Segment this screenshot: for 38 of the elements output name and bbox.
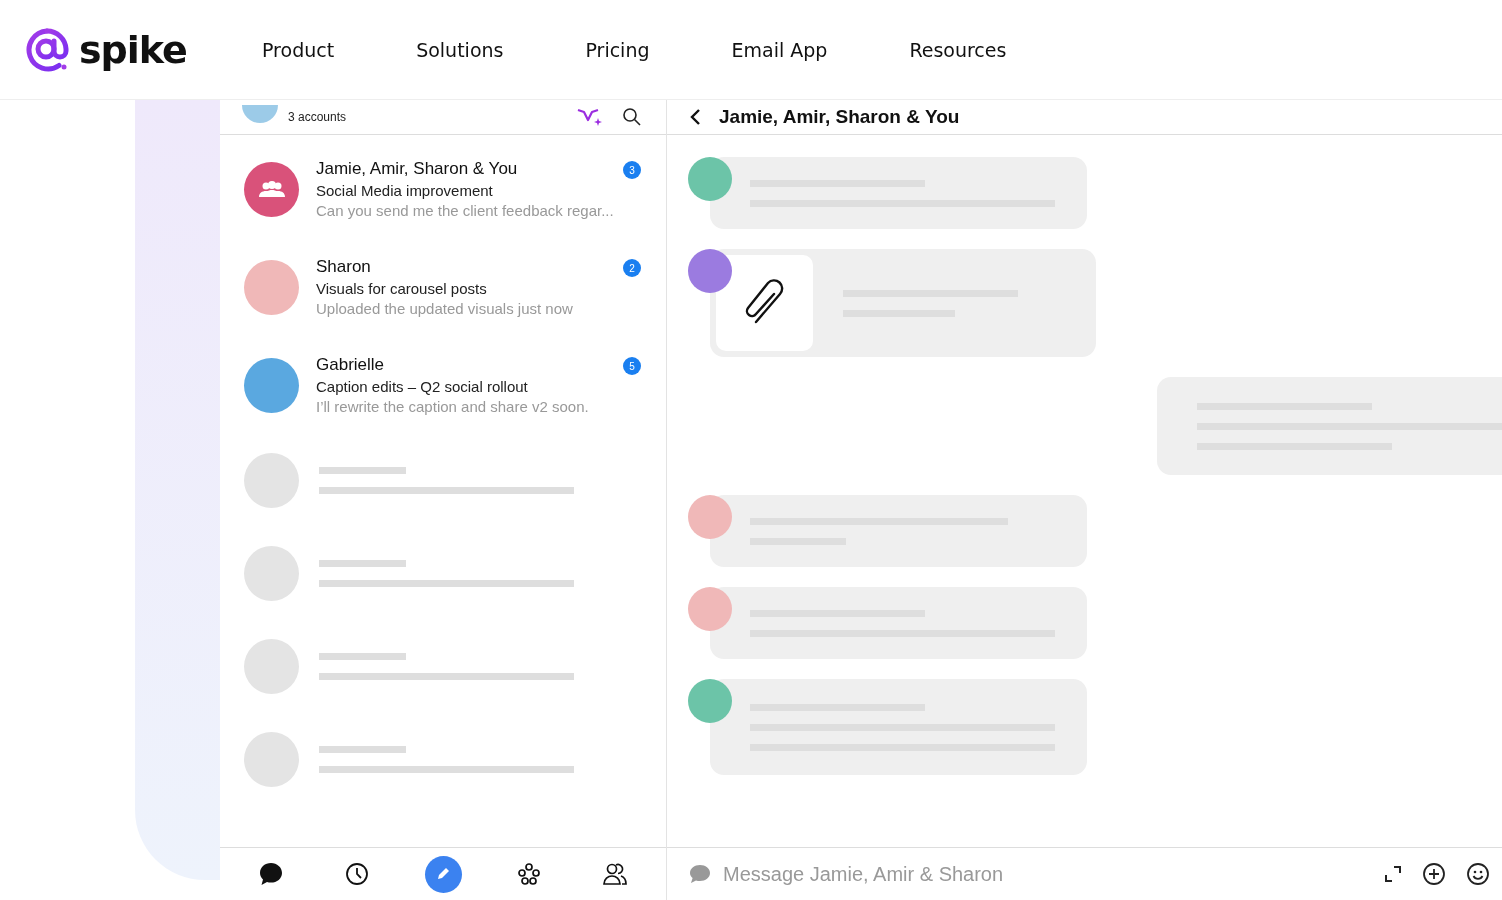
emoji-icon[interactable] (1466, 862, 1490, 886)
message-preview: Can you send me the client feedback regar... (316, 202, 614, 219)
unread-count: 3 (623, 161, 641, 179)
nav-link[interactable]: Resources (909, 38, 1007, 61)
brand-name[interactable]: spike (79, 27, 187, 72)
expand-icon[interactable] (1384, 865, 1402, 883)
chat-title: Jamie, Amir, Sharon & You (719, 106, 960, 128)
chat-bubble-icon (258, 861, 284, 887)
compose-tab[interactable] (424, 855, 462, 893)
conversation-subject: Caption edits – Q2 social rollout (316, 378, 529, 395)
conversation-subject: Visuals for carousel posts (316, 280, 488, 297)
sparkle-icon[interactable] (576, 106, 604, 128)
message-preview: I’ll rewrite the caption and share v2 soon. (316, 398, 589, 415)
conversation-title: Sharon (316, 257, 372, 277)
add-icon[interactable] (1422, 862, 1446, 886)
conversation-item[interactable]: Gabrielle Caption edits – Q2 social rollout I’ll rewrite the caption and share v2 soon. 5 (220, 355, 666, 415)
logo-icon (25, 27, 69, 72)
back-icon[interactable] (689, 108, 703, 126)
unread-count: 2 (623, 259, 641, 277)
nav-link[interactable]: Solutions (416, 38, 504, 61)
search-icon[interactable] (622, 107, 642, 127)
people-icon (257, 180, 286, 198)
account-count: 3 accounts (288, 110, 347, 124)
conversation-subject: Social Media improvement (316, 182, 494, 199)
speech-bubble-icon (689, 864, 711, 884)
nav-link[interactable]: Product (262, 38, 335, 61)
conversation-item[interactable]: Sharon Visuals for carousel posts Uploaded the updated visuals just now 2 (220, 257, 666, 317)
nav-link[interactable]: Pricing (585, 38, 650, 61)
conversation-item[interactable]: Jamie, Amir, Sharon & You Social Media improvement Can you send me the client feedback regar... 3 (220, 159, 666, 219)
conversation-title: Gabrielle (316, 355, 386, 375)
people-icon (602, 861, 628, 887)
nav-link[interactable]: Email App (731, 38, 828, 61)
conversation-title: Jamie, Amir, Sharon & You (316, 159, 519, 179)
message-preview: Uploaded the updated visuals just now (316, 300, 573, 317)
attachment-tile[interactable] (716, 255, 813, 351)
clock-icon (345, 862, 369, 886)
unread-count: 5 (623, 357, 641, 375)
circles-icon (517, 862, 541, 886)
